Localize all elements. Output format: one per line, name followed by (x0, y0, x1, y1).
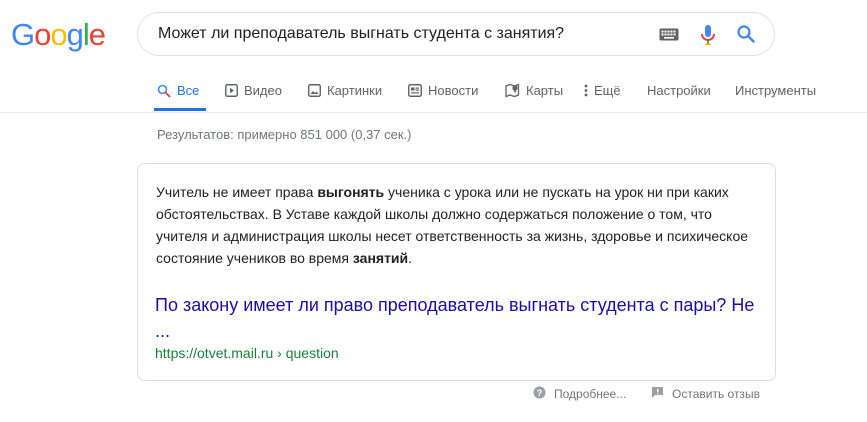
tab-label: Видео (244, 83, 282, 98)
tab-news[interactable]: Новости (408, 83, 478, 98)
snippet-highlight: выгонять (317, 184, 385, 200)
snippet-part: . (408, 250, 413, 266)
search-icon (157, 84, 171, 98)
tab-label: Ещё (594, 83, 621, 98)
tab-maps[interactable]: Карты (505, 83, 563, 98)
search-icon[interactable] (736, 24, 756, 49)
logo-letter: g (66, 17, 84, 52)
more-info-button[interactable]: ? Подробнее... (533, 386, 626, 402)
result-title-link[interactable]: По закону имеет ли право преподаватель в… (155, 292, 755, 344)
snippet-part: Учитель не имеет права (156, 184, 318, 200)
tab-label: Новости (428, 83, 479, 98)
feedback-icon (651, 386, 664, 402)
search-input[interactable]: Может ли преподаватель выгнать студента … (158, 25, 564, 43)
tab-more[interactable]: Ещё (584, 83, 621, 98)
logo-letter: e (88, 17, 106, 52)
tab-label: Все (177, 83, 200, 98)
keyboard-icon[interactable] (659, 28, 679, 46)
feedback-label: Оставить отзыв (672, 387, 760, 401)
tab-label: Карты (526, 83, 564, 98)
logo-letter: o (34, 17, 51, 52)
search-box[interactable]: Может ли преподаватель выгнать студента … (137, 12, 775, 56)
snippet-highlight: занятий (352, 250, 409, 266)
active-tab-indicator (154, 108, 206, 111)
tab-label: Инструменты (735, 83, 817, 98)
help-icon: ? (533, 386, 546, 402)
logo-letter: G (11, 17, 35, 52)
video-icon (225, 84, 238, 97)
tab-all[interactable]: Все (157, 83, 199, 98)
tab-label: Настройки (647, 83, 711, 98)
tab-tools[interactable]: Инструменты (735, 83, 816, 98)
result-url[interactable]: https://otvet.mail.ru › question (155, 345, 339, 361)
news-icon (408, 84, 422, 97)
feedback-button[interactable]: Оставить отзыв (651, 386, 760, 402)
tab-images[interactable]: Картинки (308, 83, 382, 98)
result-stats: Результатов: примерно 851 000 (0,37 сек.… (157, 127, 412, 142)
google-logo[interactable]: Google (11, 17, 106, 53)
logo-letter: o (50, 17, 67, 52)
more-icon (584, 84, 588, 97)
microphone-icon[interactable] (700, 24, 716, 51)
svg-text:?: ? (537, 388, 543, 398)
search-tabs: Все Видео Картинки Новости Карты Ещё Нас… (0, 72, 867, 113)
map-icon (505, 83, 520, 98)
tab-settings[interactable]: Настройки (647, 83, 711, 98)
featured-snippet: Учитель не имеет права выгонять ученика … (137, 163, 776, 381)
more-info-label: Подробнее... (554, 387, 627, 401)
tab-video[interactable]: Видео (225, 83, 282, 98)
tab-label: Картинки (327, 83, 383, 98)
image-icon (308, 84, 321, 97)
snippet-text: Учитель не имеет права выгонять ученика … (156, 181, 762, 269)
